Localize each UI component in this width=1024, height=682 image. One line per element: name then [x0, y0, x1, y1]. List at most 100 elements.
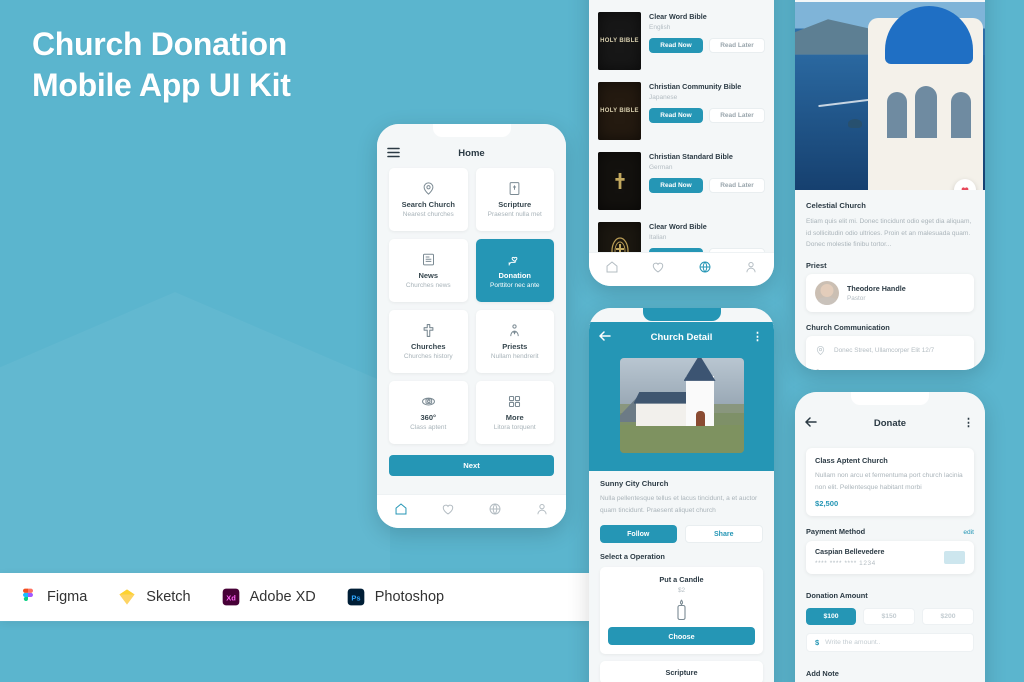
location-pin-icon [816, 345, 825, 355]
bible-title: Clear Word Bible [649, 222, 707, 231]
photoshop-icon: Ps [347, 588, 365, 606]
more-vertical-icon[interactable]: ⋮ [963, 417, 974, 429]
read-now-button[interactable]: Read Now [649, 178, 703, 193]
church-name: Sunny City Church [600, 479, 669, 488]
donate-church-card: Class Aptent Church Nullam non arcu et f… [806, 448, 974, 517]
software-compatibility-bar: Figma Sketch Xd Adobe XD Ps Photoshop [0, 573, 590, 621]
adobe-xd-icon: Xd [222, 588, 239, 606]
hamburger-menu-icon[interactable] [387, 147, 400, 160]
bible-list-item[interactable]: HOLY BIBLE Clear Word Bible English Read… [589, 6, 774, 76]
operation-name: Put a Candle [659, 575, 704, 585]
read-later-button[interactable]: Read Later [709, 108, 765, 123]
bible-title: Clear Word Bible [649, 12, 707, 21]
tile-subtitle: Porttitor nec ante [490, 282, 540, 289]
card-number: **** **** **** 1234 [815, 560, 876, 568]
software-item-adobe-xd: Xd Adobe XD [221, 587, 316, 607]
bible-language: German [649, 164, 673, 171]
back-arrow-icon[interactable] [599, 331, 611, 343]
donate-church-name: Class Aptent Church [815, 456, 888, 465]
choose-button[interactable]: Choose [608, 627, 755, 646]
bible-tabbar [589, 252, 774, 286]
home-tabbar [377, 494, 566, 528]
tile-subtitle: Nullam hendrerit [490, 353, 539, 360]
amount-option-150[interactable]: $150 [863, 608, 915, 626]
operation-card[interactable]: Put a Candle $2 Choose [600, 567, 763, 655]
grid-more-icon [509, 395, 521, 408]
phone-row[interactable]: 123 673 2198 [806, 362, 974, 370]
priest-card[interactable]: Theodore Handle Pastor [806, 273, 974, 312]
home-tile-more[interactable]: More Litora torquent [475, 381, 554, 444]
tile-title: Churches [410, 342, 446, 351]
cross-icon [423, 324, 434, 337]
svg-text:Ps: Ps [351, 593, 360, 602]
phone-mockup-home: Home Search Church Nearest churches Scri… [377, 124, 566, 528]
home-tile-donation[interactable]: Donation Porttitor nec ante [475, 239, 554, 302]
candle-icon [677, 599, 686, 621]
tab-heart-icon[interactable] [441, 502, 455, 521]
tile-title: Donation [498, 271, 532, 280]
home-tile-360[interactable]: 360° Class aptent [389, 381, 468, 444]
tab-home-icon[interactable] [394, 502, 408, 521]
read-now-button[interactable]: Read Now [649, 38, 703, 53]
home-tile-churches[interactable]: Churches Churches history [389, 310, 468, 373]
donation-amount-title: Donation Amount [806, 591, 868, 601]
custom-amount-input[interactable]: $ Write the amount.. [806, 633, 974, 653]
priest-section-title: Priest [806, 260, 827, 270]
home-appbar: Home [377, 138, 566, 168]
priest-role: Pastor [847, 294, 866, 302]
amount-option-100[interactable]: $100 [806, 608, 856, 626]
amount-option-200[interactable]: $200 [922, 608, 974, 626]
celestial-church-name: Celestial Church [806, 201, 866, 210]
heart-filled-icon [961, 187, 969, 190]
follow-button[interactable]: Follow [600, 525, 677, 544]
read-now-button[interactable]: Read Now [649, 108, 703, 123]
bible-list-item[interactable]: Christian Standard Bible German Read Now… [589, 146, 774, 216]
phone-mockup-donate: Donate ⋮ Class Aptent Church Nullam non … [795, 392, 985, 682]
home-tile-priests[interactable]: Priests Nullam hendrerit [475, 310, 554, 373]
bible-cover-image [598, 152, 641, 210]
tab-globe-icon[interactable] [698, 260, 712, 279]
donate-screen: Donate ⋮ Class Aptent Church Nullam non … [795, 392, 985, 682]
donate-title: Donate [873, 417, 907, 429]
bible-list-screen: HOLY BIBLE Clear Word Bible English Read… [589, 0, 774, 286]
payment-edit-link[interactable]: edit [963, 529, 974, 536]
address-row[interactable]: Donec Street, Ullamcorper Elit 12/7 [806, 339, 974, 362]
currency-symbol: $ [815, 638, 820, 648]
tab-globe-icon[interactable] [488, 502, 502, 521]
donation-amount-options: $100 $150 $200 [795, 608, 985, 626]
next-operation-card[interactable]: Scripture [600, 661, 763, 682]
church-detail-screen: Church Detail ⋮ Sunny City Church Nulla … [589, 308, 774, 682]
more-vertical-icon[interactable]: ⋮ [752, 331, 763, 343]
software-item-photoshop: Ps Photoshop [346, 587, 444, 607]
svg-text:Xd: Xd [226, 593, 236, 602]
software-item-figma: Figma [18, 587, 87, 607]
donate-appbar: Donate ⋮ [795, 408, 985, 438]
share-button[interactable]: Share [684, 525, 763, 544]
tab-user-icon[interactable] [535, 502, 549, 521]
tile-title: Search Church [401, 200, 455, 209]
back-arrow-icon[interactable] [805, 417, 817, 429]
tab-heart-icon[interactable] [651, 260, 665, 279]
bible-list-item[interactable]: HOLY BIBLE Christian Community Bible Jap… [589, 76, 774, 146]
donate-goal-amount: $2,500 [815, 499, 839, 509]
page-title-line-1: Church Donation [32, 26, 288, 62]
phone-mockup-celestial-church: Celestial Church Etiam quis elit mi. Don… [795, 0, 985, 370]
home-title: Home [458, 147, 485, 159]
read-later-button[interactable]: Read Later [709, 38, 765, 53]
home-tile-news[interactable]: News Churches news [389, 239, 468, 302]
next-button[interactable]: Next [389, 455, 554, 476]
bible-cover-image: HOLY BIBLE [598, 82, 641, 140]
home-tile-search-church[interactable]: Search Church Nearest churches [389, 168, 468, 231]
tab-user-icon[interactable] [744, 260, 758, 279]
tab-home-icon[interactable] [605, 260, 619, 279]
payment-card-row[interactable]: Caspian Bellevedere **** **** **** 1234 [806, 541, 974, 575]
tile-title: More [505, 413, 524, 422]
home-tile-scripture[interactable]: Scripture Praesent nulla met [475, 168, 554, 231]
page-title: Church Donation Mobile App UI Kit [32, 24, 291, 106]
sketch-icon [119, 589, 135, 605]
read-later-button[interactable]: Read Later [709, 178, 765, 193]
bible-title: Christian Community Bible [649, 82, 742, 91]
bible-language: Japanese [649, 94, 678, 101]
bible-cover-image: HOLY BIBLE [598, 12, 641, 70]
priest-avatar [815, 280, 839, 305]
